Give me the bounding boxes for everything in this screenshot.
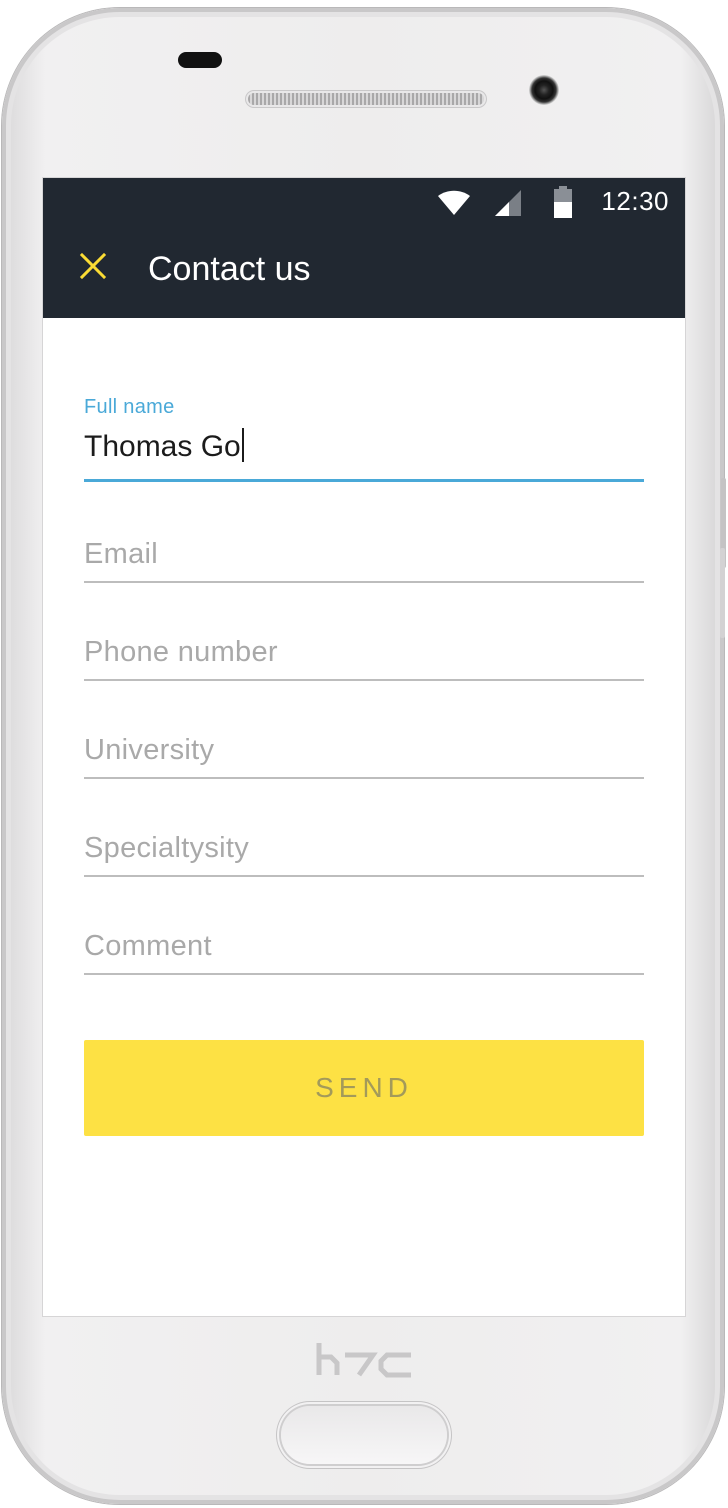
full-name-label: Full name: [84, 396, 175, 418]
email-input[interactable]: [84, 532, 644, 576]
university-underline: [84, 777, 644, 779]
full-name-input[interactable]: Thomas Go: [84, 428, 244, 464]
earpiece-speaker: [248, 93, 484, 105]
front-camera: [529, 75, 559, 105]
phone-input[interactable]: [84, 630, 644, 674]
app-bar: 12:30 Contact us: [43, 178, 685, 318]
home-button[interactable]: [281, 1406, 447, 1464]
comment-underline: [84, 973, 644, 975]
full-name-value: Thomas Go: [84, 430, 241, 463]
htc-logo: htc: [316, 1343, 411, 1378]
full-name-field[interactable]: Full name Thomas Go: [84, 388, 644, 488]
proximity-sensor: [178, 52, 222, 68]
status-time: 12:30: [601, 186, 669, 216]
status-bar: 12:30: [43, 178, 685, 226]
email-field[interactable]: [84, 528, 644, 588]
close-button[interactable]: [69, 242, 117, 290]
specialty-field[interactable]: [84, 822, 644, 882]
app-screen: 12:30 Contact us Full name Thomas Go Ema…: [43, 178, 685, 1316]
university-input[interactable]: [84, 728, 644, 772]
full-name-underline: [84, 479, 644, 482]
toolbar-title: Contact us: [148, 250, 311, 288]
university-field[interactable]: [84, 724, 644, 784]
send-button[interactable]: SEND: [84, 1040, 644, 1136]
comment-input[interactable]: [84, 924, 644, 968]
specialty-underline: [84, 875, 644, 877]
specialty-input[interactable]: [84, 826, 644, 870]
text-cursor: [241, 428, 244, 462]
email-underline: [84, 581, 644, 583]
cell-signal-icon: [495, 190, 521, 216]
phone-field[interactable]: [84, 626, 644, 686]
comment-field[interactable]: [84, 920, 644, 980]
close-icon: [79, 252, 107, 280]
battery-icon: [554, 186, 572, 218]
phone-underline: [84, 679, 644, 681]
power-button: [720, 548, 725, 638]
wifi-icon: [438, 190, 470, 215]
